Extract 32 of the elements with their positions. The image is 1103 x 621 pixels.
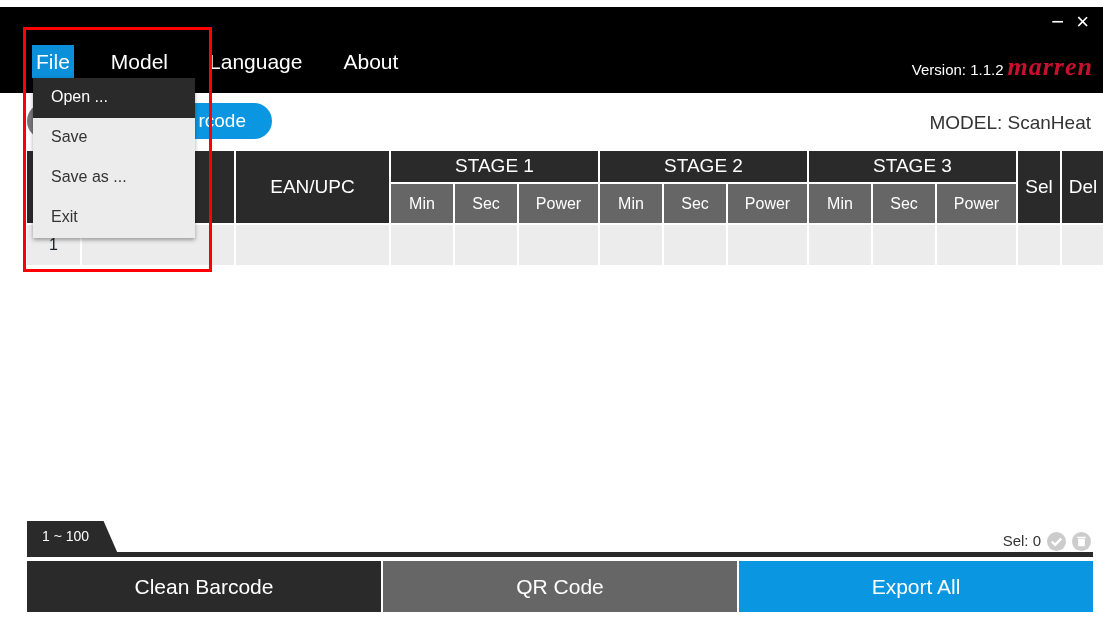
header-cell: Power <box>728 184 807 223</box>
header-cell: STAGE 1 <box>391 151 598 182</box>
menu-item[interactable]: Language <box>205 45 307 78</box>
model-label: MODEL: ScanHeat <box>929 111 1091 135</box>
menu-item[interactable]: File <box>32 45 74 78</box>
header-cell: Power <box>519 184 598 223</box>
header-cell: EAN/UPC <box>236 151 389 223</box>
check-icon[interactable] <box>1047 531 1066 551</box>
logo: marren <box>1007 51 1093 83</box>
menu-item[interactable]: About <box>339 45 403 78</box>
header-cell: Min <box>600 184 662 223</box>
header-cell: STAGE 2 <box>600 151 807 182</box>
header-cell: Sec <box>455 184 517 223</box>
version-label: Version: 1.1.2 <box>911 60 1004 80</box>
header-cell: Sec <box>873 184 935 223</box>
header-cell: Sel <box>1018 151 1060 223</box>
selection-count: Sel: 0 <box>1002 531 1041 551</box>
header-cell: Min <box>809 184 871 223</box>
minimize-button[interactable]: − <box>1051 9 1065 35</box>
qr-code-button[interactable]: QR Code <box>383 561 737 612</box>
header-cell: Sec <box>664 184 726 223</box>
page-tab[interactable]: 1 ~ 100 <box>27 521 118 552</box>
clean-barcode-button[interactable]: Clean Barcode <box>27 561 381 612</box>
header-cell: Power <box>937 184 1016 223</box>
menu-item[interactable]: Model <box>106 45 173 78</box>
header-cell: STAGE 3 <box>809 151 1016 182</box>
menu-item[interactable]: Open ... <box>33 78 195 118</box>
header-cell: Del <box>1062 151 1103 223</box>
trash-icon[interactable] <box>1072 531 1091 551</box>
header-cell: Min <box>391 184 453 223</box>
menu-item[interactable]: Save as ... <box>33 158 195 198</box>
close-button[interactable]: × <box>1076 9 1089 35</box>
